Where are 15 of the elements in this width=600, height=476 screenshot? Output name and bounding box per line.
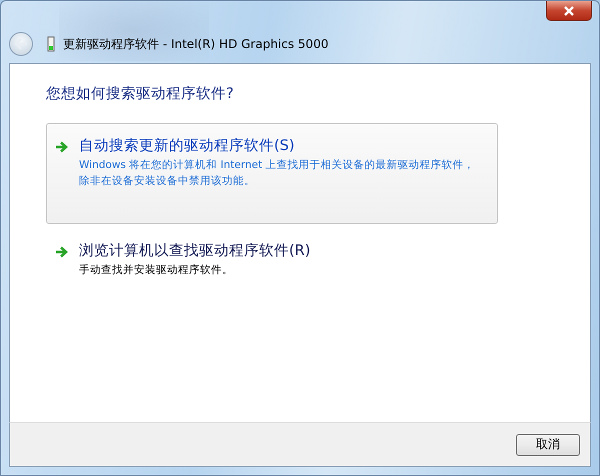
close-button[interactable] bbox=[546, 1, 592, 21]
option-description: 手动查找并安装驱动程序软件。 bbox=[79, 263, 234, 278]
close-icon bbox=[563, 6, 575, 16]
option-title: 自动搜索更新的驱动程序软件(S) bbox=[79, 136, 296, 155]
device-icon bbox=[47, 36, 55, 52]
option-title: 浏览计算机以查找驱动程序软件(R) bbox=[79, 242, 312, 260]
cancel-button[interactable]: 取消 bbox=[516, 434, 580, 456]
search-option[interactable]: 浏览计算机以查找驱动程序软件(R) 手动查找并安装驱动程序软件。 bbox=[46, 228, 498, 329]
search-option[interactable]: 自动搜索更新的驱动程序软件(S) Windows 将在您的计算机和 Internet 上查找用于相关设备的最新驱动程序软件，除非在设备安装设备中禁用该功能。 bbox=[46, 123, 498, 224]
window-title: 更新驱动程序软件 - Intel(R) HD Graphics 5000 bbox=[63, 36, 328, 52]
arrow-icon bbox=[55, 141, 69, 153]
arrow-icon bbox=[55, 246, 69, 258]
page-heading: 您想如何搜索驱动程序软件? bbox=[46, 85, 235, 103]
back-arrow-icon bbox=[14, 38, 28, 50]
option-description: Windows 将在您的计算机和 Internet 上查找用于相关设备的最新驱动程序软件，除非在设备安装设备中禁用该功能。 bbox=[79, 158, 476, 189]
